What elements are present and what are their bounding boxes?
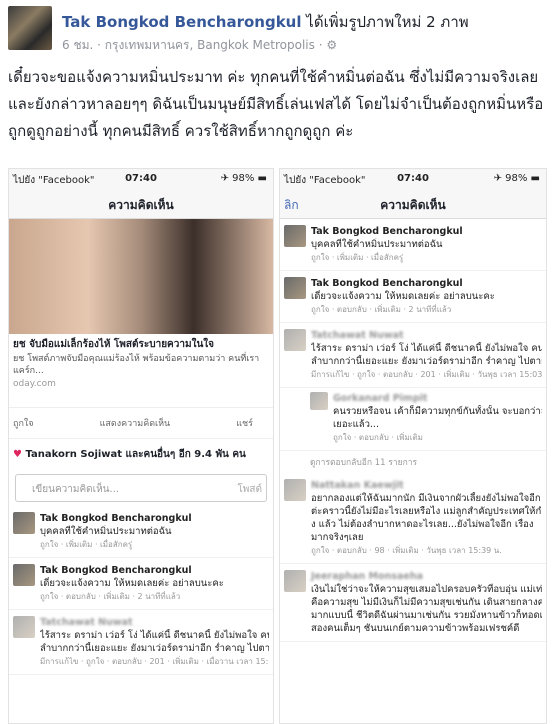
comment-text-line3: มากแบบนี้ ชีวิตดีฉันผ่านมาเช่นกัน รวยมั่… [311, 610, 542, 621]
likes-summary: ♥ Tanakorn Sojiwat และคนอื่นๆ อีก 9.4 พั… [9, 439, 273, 470]
post-meta[interactable]: 6 ชม. · กรุงเทพมหานคร, Bangkok Metropoli… [62, 36, 337, 55]
commenter-name: Tak Bongkod Bencharongkul [311, 278, 463, 289]
commenter-name: Tak Bongkod Bencharongkul [40, 513, 192, 524]
link-title: ยช จับมือแม่เล็กร้องไห้ โพสต์ระบายความใน… [13, 339, 215, 350]
screenshot-right[interactable]: ไปยัง "Facebook" 07:40 ✈ 98% ▬ ลิก ความค… [279, 168, 547, 724]
commenter-avatar [284, 225, 306, 247]
commenter-avatar [284, 329, 306, 351]
comment-text: เงินไม่ใช่ว่าจะให้ความสุขเสมอไปครอบครัวท… [311, 584, 542, 595]
reply-text: คนรวยหรือจน เค้าก็มีความทุกข์กันทั้งนั้น… [333, 406, 542, 417]
comment-item: Tatchawat Nuwat ไร้สาระ ดราม่า เว่อร์ โง… [9, 610, 273, 675]
link-description: ยช โพสต์ภาพจับมือคุณแม่ร้องไห้ พร้อมข้อค… [13, 354, 260, 376]
shared-photo [9, 219, 273, 334]
comment-item: Jeeraphan Monsaeha เงินไม่ใช่ว่าจะให้ควา… [280, 564, 546, 642]
commenter-name: Tak Bongkod Bencharongkul [311, 226, 463, 237]
post-author-line: Tak Bongkod Bencharongkul ได้เพิ่มรูปภาพ… [62, 10, 469, 34]
commenter-avatar [13, 564, 35, 586]
post-text: เดี๋ยวจะขอแจ้งความหมิ่นประมาท ค่ะ ทุกคนท… [8, 68, 544, 140]
status-bar: ไปยัง "Facebook" 07:40 ✈ 98% ▬ [280, 169, 546, 189]
comment-text: อยากลองแต่ให้ฉันมากนัก มีเงินจากผัวเลี้ย… [311, 493, 541, 504]
comment-action: แสดงความคิดเห็น [99, 419, 171, 429]
comment-text-line3: ง แล้ว ไม่ต้องลำบากหาดอะไรเลย...ยังไม่พอ… [311, 519, 534, 530]
nav-bar: ลิก ความคิดเห็น [280, 189, 546, 219]
comment-item: Tak Bongkod Bencharongkul เดี๋ยวจะแจ้งคว… [9, 558, 273, 610]
heart-icon: ♥ [13, 449, 22, 460]
status-battery: ✈ 98% ▬ [493, 173, 540, 184]
comment-text: บุคคลที่ใช้คำหมิ่นประมาทต่อฉัน [311, 239, 443, 250]
post-action: ได้เพิ่มรูปภาพใหม่ 2 ภาพ [301, 13, 469, 31]
reply-item: Gorkanard Pimpit คนรวยหรือจน เค้าก็มีควา… [280, 388, 546, 451]
post-header: Tak Bongkod Bencharongkul ได้เพิ่มรูปภาพ… [0, 0, 555, 62]
comment-text-line2: ต่ะคราวนี้ยังไม่มีอะไรเลยหรือไง แม่ลูกสำ… [311, 506, 542, 517]
comment-text-line2: ลำบากกว่านี้เยอะแยะ ยังมาเว่อร์ดราม่าอีก… [311, 356, 542, 367]
share-action: แชร์ [236, 419, 253, 429]
like-action: ถูกใจ [13, 419, 34, 429]
commenter-name: Tatchawat Nuwat [311, 330, 404, 341]
comment-text: บุคคลที่ใช้คำหมิ่นประมาทต่อฉัน [40, 526, 172, 537]
comment-meta: ถูกใจ · ตอบกลับ · 98 · เพิ่มเติม · วันพุ… [311, 546, 502, 555]
comment-meta: มีการแก้ไข · ถูกใจ · ตอบกลับ · 201 · เพิ… [40, 657, 269, 666]
status-bar: ไปยัง "Facebook" 07:40 ✈ 98% ▬ [9, 169, 273, 189]
reply-text-line2: เยอะแล้ว... [333, 419, 379, 430]
commenter-name: Nattakan Kaewjit [311, 480, 404, 491]
status-battery: ✈ 98% ▬ [220, 173, 267, 184]
comment-meta: ถูกใจ · ตอบกลับ · เพิ่มเติม · 2 นาทีที่แ… [311, 305, 452, 314]
replier-avatar [310, 392, 328, 410]
comment-post-button: โพสต์ [237, 484, 262, 495]
comment-text: ไร้สาระ ดราม่า เว่อร์ โง่ ได้แค่นี้ ดีชน… [311, 343, 542, 354]
commenter-avatar [284, 277, 306, 299]
comment-placeholder: เขียนความคิดเห็น... [32, 484, 120, 495]
commenter-avatar [284, 570, 306, 592]
comment-meta: ถูกใจ · เพิ่มเติม · เมื่อสักครู่ [311, 253, 404, 262]
commenter-avatar [13, 616, 35, 638]
comment-item: Nattakan Kaewjit อยากลองแต่ให้ฉันมากนัก … [280, 473, 546, 564]
comment-text-line4: สองคนเต็มๆ ชันบนเกย์ตามความข้าวพร้อมเฟรช… [311, 623, 520, 634]
comment-text-line2: ลำบากกว่านี้เยอะแยะ ยังมาเว่อร์ดราม่าอีก… [40, 643, 269, 654]
comment-text: ไร้สาระ ดราม่า เว่อร์ โง่ ได้แค่นี้ ดีชน… [40, 630, 269, 641]
comment-text-line4: มากจริงๆเลย [311, 532, 364, 543]
action-bar: ถูกใจ แสดงความคิดเห็น แชร์ [9, 407, 273, 439]
nav-bar: ความคิดเห็น [9, 189, 273, 219]
comment-meta: ถูกใจ · ตอบกลับ · เพิ่มเติม · 2 นาทีที่แ… [40, 592, 181, 601]
comment-item: Tak Bongkod Bencharongkul บุคคลที่ใช้คำห… [280, 219, 546, 271]
commenter-name: Tatchawat Nuwat [40, 617, 133, 628]
reply-meta: ถูกใจ · ตอบกลับ · เพิ่มเติม [333, 433, 423, 442]
comment-text: เดี๋ยวจะแจ้งความ ให้หมดเลยค่ะ อย่าลบนะคะ [311, 291, 495, 302]
commenter-avatar [284, 479, 306, 501]
commenter-name: Tak Bongkod Bencharongkul [40, 565, 192, 576]
nav-title: ความคิดเห็น [380, 198, 446, 212]
comment-meta: มีการแก้ไข · ถูกใจ · ตอบกลับ · 201 · เพิ… [311, 370, 542, 379]
comment-item: Tak Bongkod Bencharongkul เดี๋ยวจะแจ้งคว… [280, 271, 546, 323]
commenter-avatar [13, 512, 35, 534]
author-avatar[interactable] [8, 6, 52, 50]
nav-title: ความคิดเห็น [108, 198, 174, 212]
comment-input: เขียนความคิดเห็น... โพสต์ [15, 474, 267, 502]
commenter-name: Jeeraphan Monsaeha [311, 571, 423, 582]
link-source: oday.com [13, 379, 56, 389]
author-name[interactable]: Tak Bongkod Bencharongkul [62, 13, 302, 31]
likes-text: Tanakorn Sojiwat และคนอื่นๆ อีก 9.4 พัน … [21, 449, 246, 460]
comment-text-line2: คือความสุข ไม่มีเงินก็ไม่มีความสุขเช่นกั… [311, 597, 542, 608]
comment-text: เดี๋ยวจะแจ้งความ ให้หมดเลยค่ะ อย่าลบนะคะ [40, 578, 224, 589]
more-replies-link: ดูการตอบกลับอีก 11 รายการ [310, 458, 418, 468]
comment-meta: ถูกใจ · เพิ่มเติม · เมื่อสักครู่ [40, 540, 133, 549]
screenshot-left[interactable]: ไปยัง "Facebook" 07:40 ✈ 98% ▬ ความคิดเห… [8, 168, 274, 724]
replier-name: Gorkanard Pimpit [333, 393, 428, 404]
comment-item: Tatchawat Nuwat ไร้สาระ ดราม่า เว่อร์ โง… [280, 323, 546, 388]
comment-item: Tak Bongkod Bencharongkul บุคคลที่ใช้คำห… [9, 506, 273, 558]
